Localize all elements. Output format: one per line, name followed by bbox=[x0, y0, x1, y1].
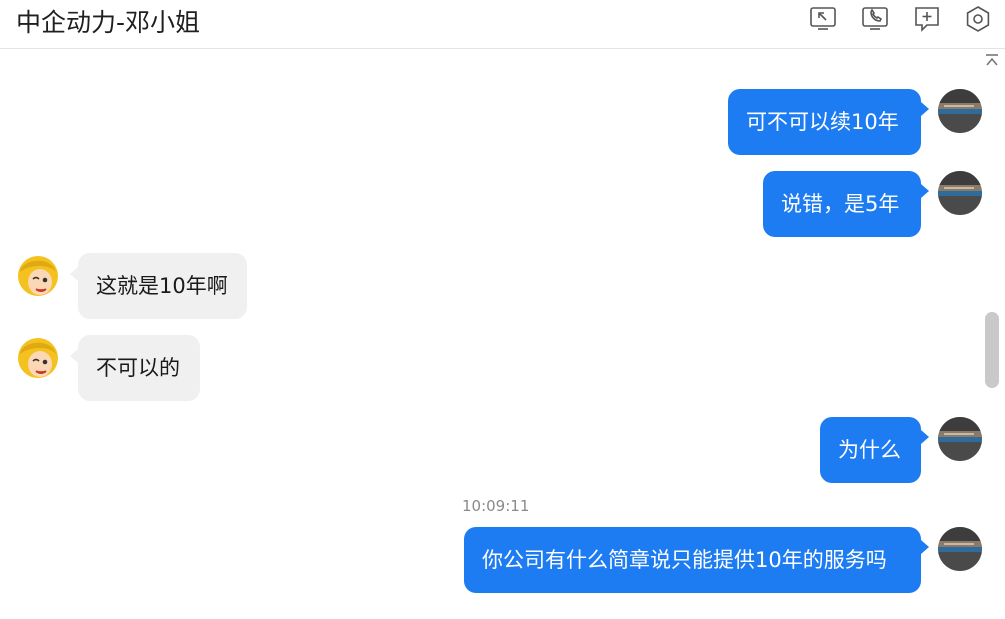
message-bubble-outgoing[interactable]: 为什么 bbox=[820, 417, 921, 483]
message-bubble-outgoing[interactable]: 你公司有什么简章说只能提供10年的服务吗 bbox=[464, 527, 921, 593]
chat-title: 中企动力-邓小姐 bbox=[16, 8, 201, 37]
message-text: 可不可以续10年 bbox=[746, 110, 899, 134]
message-bubble-outgoing[interactable]: 可不可以续10年 bbox=[728, 89, 921, 155]
message-text: 这就是10年啊 bbox=[96, 274, 228, 298]
bubble-tail bbox=[70, 349, 78, 363]
avatar-self[interactable] bbox=[938, 171, 982, 215]
message-bubble-incoming[interactable]: 不可以的 bbox=[78, 335, 200, 401]
message-text: 你公司有什么简章说只能提供10年的服务吗 bbox=[482, 548, 887, 572]
message-text: 不可以的 bbox=[96, 356, 180, 380]
avatar-self[interactable] bbox=[938, 527, 982, 571]
avatar-self[interactable] bbox=[938, 417, 982, 461]
avatar-contact[interactable] bbox=[16, 336, 60, 380]
phone-icon[interactable] bbox=[861, 5, 889, 33]
message-timestamp: 10:09:11 bbox=[462, 497, 530, 515]
message-text: 为什么 bbox=[838, 438, 901, 462]
bubble-tail bbox=[921, 102, 929, 116]
screen-share-icon[interactable] bbox=[809, 5, 837, 33]
message-text: 说错，是5年 bbox=[781, 192, 900, 216]
bubble-tail bbox=[70, 267, 78, 281]
add-chat-icon[interactable] bbox=[913, 5, 941, 33]
scroll-to-top-icon[interactable] bbox=[984, 53, 1000, 69]
message-bubble-incoming[interactable]: 这就是10年啊 bbox=[78, 253, 247, 319]
bubble-tail bbox=[921, 184, 929, 198]
chat-header: 中企动力-邓小姐 bbox=[0, 0, 1005, 49]
message-bubble-outgoing[interactable]: 说错，是5年 bbox=[763, 171, 921, 237]
bubble-tail bbox=[921, 540, 929, 554]
scrollbar-thumb[interactable] bbox=[985, 312, 999, 388]
avatar-contact[interactable] bbox=[16, 254, 60, 298]
avatar-self[interactable] bbox=[938, 89, 982, 133]
bubble-tail bbox=[921, 430, 929, 444]
settings-icon[interactable] bbox=[964, 5, 992, 33]
